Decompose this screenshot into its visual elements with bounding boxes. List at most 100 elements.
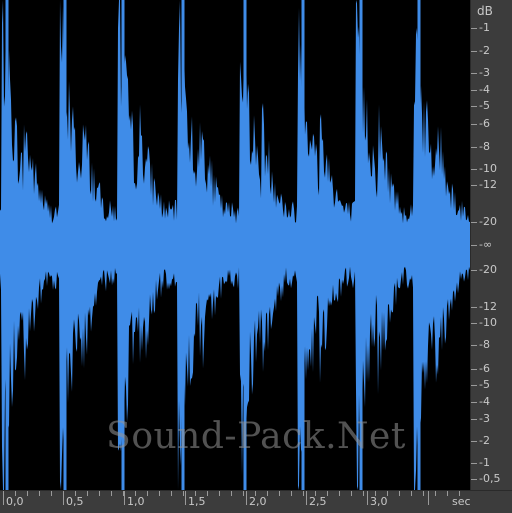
db-tick xyxy=(471,90,477,91)
time-minor-tick xyxy=(51,491,52,496)
time-minor-tick xyxy=(315,491,316,496)
time-minor-tick xyxy=(411,491,412,496)
db-label: -4 xyxy=(479,83,490,96)
time-tick xyxy=(367,491,368,505)
time-minor-tick xyxy=(219,491,220,496)
time-minor-tick xyxy=(147,491,148,496)
db-tick xyxy=(471,28,477,29)
time-tick xyxy=(185,491,186,505)
db-label: -20 xyxy=(479,263,497,276)
time-minor-tick xyxy=(63,491,64,496)
time-minor-tick xyxy=(375,491,376,496)
time-minor-tick xyxy=(303,491,304,496)
time-minor-tick xyxy=(171,491,172,496)
time-label: 1,5 xyxy=(188,495,206,508)
time-minor-tick xyxy=(447,491,448,496)
db-tick xyxy=(471,73,477,74)
db-label: -2 xyxy=(479,434,490,447)
time-minor-tick xyxy=(243,491,244,496)
db-label: -12 xyxy=(479,178,497,191)
time-minor-tick xyxy=(231,491,232,496)
db-label: -1 xyxy=(479,21,490,34)
time-label: 0,5 xyxy=(66,495,84,508)
time-minor-tick xyxy=(183,491,184,496)
db-label: -3 xyxy=(479,412,490,425)
time-minor-tick xyxy=(27,491,28,496)
db-label: -5 xyxy=(479,378,490,391)
db-unit-label: dB xyxy=(477,4,493,18)
db-label: -8 xyxy=(479,140,490,153)
db-tick xyxy=(471,385,477,386)
db-tick xyxy=(471,463,477,464)
db-tick xyxy=(471,369,477,370)
db-label-center: -∞ xyxy=(479,238,493,251)
db-tick xyxy=(471,222,477,223)
time-tick xyxy=(306,491,307,505)
waveform-body xyxy=(0,0,470,490)
db-tick xyxy=(471,479,477,480)
time-minor-tick xyxy=(423,491,424,496)
db-tick xyxy=(471,307,477,308)
time-label: 0,0 xyxy=(6,495,24,508)
time-minor-tick xyxy=(339,491,340,496)
time-minor-tick xyxy=(255,491,256,496)
time-tick xyxy=(246,491,247,505)
db-tick xyxy=(471,106,477,107)
time-label: 2,5 xyxy=(309,495,327,508)
time-minor-tick xyxy=(15,491,16,496)
time-unit-label: sec xyxy=(452,495,471,508)
db-tick xyxy=(471,323,477,324)
db-label: -2 xyxy=(479,44,490,57)
db-label: -20 xyxy=(479,215,497,228)
time-minor-tick xyxy=(267,491,268,496)
time-tick xyxy=(124,491,125,505)
time-minor-tick xyxy=(87,491,88,496)
db-label: -4 xyxy=(479,395,490,408)
db-tick xyxy=(471,270,477,271)
time-minor-tick xyxy=(99,491,100,496)
db-label: -10 xyxy=(479,162,497,175)
waveform-display[interactable] xyxy=(0,0,470,490)
time-ruler: sec 0,0 0,5 1,0 1,5 2,0 2,5 3,0 xyxy=(0,490,512,513)
time-minor-tick xyxy=(363,491,364,496)
time-label: 2,0 xyxy=(249,495,267,508)
db-label: -6 xyxy=(479,362,490,375)
time-label: 3,0 xyxy=(370,495,388,508)
time-minor-tick xyxy=(387,491,388,496)
db-tick xyxy=(471,402,477,403)
db-label: -12 xyxy=(479,300,497,313)
db-tick xyxy=(471,124,477,125)
time-minor-tick xyxy=(39,491,40,496)
db-label: -0,5 xyxy=(479,472,501,485)
db-tick xyxy=(471,345,477,346)
db-label: -3 xyxy=(479,66,490,79)
db-tick xyxy=(471,419,477,420)
time-minor-tick xyxy=(279,491,280,496)
time-minor-tick xyxy=(351,491,352,496)
db-label: -8 xyxy=(479,338,490,351)
db-tick xyxy=(471,147,477,148)
time-minor-tick xyxy=(195,491,196,496)
db-label: -5 xyxy=(479,99,490,112)
time-minor-tick xyxy=(135,491,136,496)
time-minor-tick xyxy=(3,491,4,496)
db-tick xyxy=(471,441,477,442)
db-tick xyxy=(471,51,477,52)
time-minor-tick xyxy=(459,491,460,496)
time-minor-tick xyxy=(435,491,436,496)
db-tick xyxy=(471,245,477,246)
time-minor-tick xyxy=(399,491,400,496)
waveform-graph xyxy=(0,0,470,490)
db-label: -10 xyxy=(479,316,497,329)
db-tick xyxy=(471,169,477,170)
db-label: -1 xyxy=(479,456,490,469)
time-tick xyxy=(428,491,429,505)
time-minor-tick xyxy=(207,491,208,496)
time-minor-tick xyxy=(327,491,328,496)
time-minor-tick xyxy=(75,491,76,496)
time-minor-tick xyxy=(123,491,124,496)
db-ruler: dB -1 -2 -3 -4 -5 -6 -8 -10 -12 -20 -∞ -20 -12 -10 -8 -… xyxy=(470,0,512,490)
db-tick xyxy=(471,185,477,186)
time-minor-tick xyxy=(291,491,292,496)
time-label: 1,0 xyxy=(127,495,145,508)
